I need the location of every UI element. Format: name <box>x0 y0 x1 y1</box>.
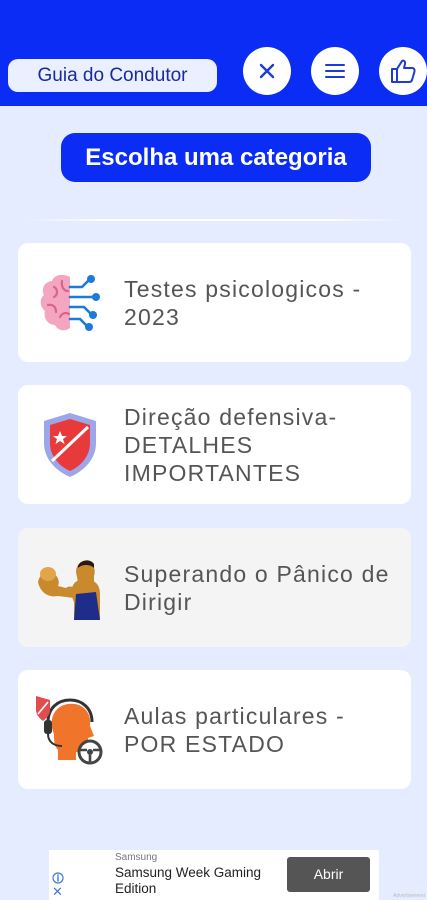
instructor-steering-wheel-icon <box>36 696 103 765</box>
strong-man-icon <box>38 560 100 620</box>
shield-icon <box>44 413 96 477</box>
like-button[interactable] <box>379 47 427 95</box>
menu-icon <box>325 64 345 78</box>
close-icon <box>259 63 275 79</box>
ad-brand: Samsung <box>115 852 158 863</box>
category-label: Testes psicologicos - 2023 <box>124 275 362 330</box>
ad-watermark: Advertisement <box>393 893 425 899</box>
ad-headline: Samsung Week Gaming Edition <box>115 865 262 896</box>
category-card-psych-tests[interactable]: Testes psicologicos - 2023 <box>18 243 411 362</box>
category-label: Superando o Pânico de Dirigir <box>124 560 390 615</box>
category-card-driving-panic[interactable]: Superando o Pânico de Dirigir <box>18 528 411 647</box>
info-icon[interactable] <box>52 872 64 884</box>
category-card-defensive-driving[interactable]: Direção defensiva- DETALHES IMPORTANTES <box>18 385 411 504</box>
menu-button[interactable] <box>311 47 359 95</box>
divider <box>26 219 404 221</box>
ad-cta-button[interactable]: Abrir <box>287 857 370 892</box>
app-header: Guia do Condutor <box>0 0 427 106</box>
close-button[interactable] <box>243 47 291 95</box>
close-ad-icon[interactable]: ✕ <box>52 885 63 898</box>
page-title: Escolha uma categoria <box>61 133 371 182</box>
thumbs-up-icon <box>391 59 416 83</box>
category-label: Aulas particulares - POR ESTADO <box>124 702 345 757</box>
app-title: Guia do Condutor <box>8 59 217 92</box>
brain-circuit-icon <box>40 274 100 331</box>
category-card-private-lessons[interactable]: Aulas particulares - POR ESTADO <box>18 670 411 789</box>
category-label: Direção defensiva- DETALHES IMPORTANTES <box>124 403 338 486</box>
ad-banner[interactable]: ✕ Samsung Samsung Week Gaming Edition Ab… <box>49 850 379 900</box>
